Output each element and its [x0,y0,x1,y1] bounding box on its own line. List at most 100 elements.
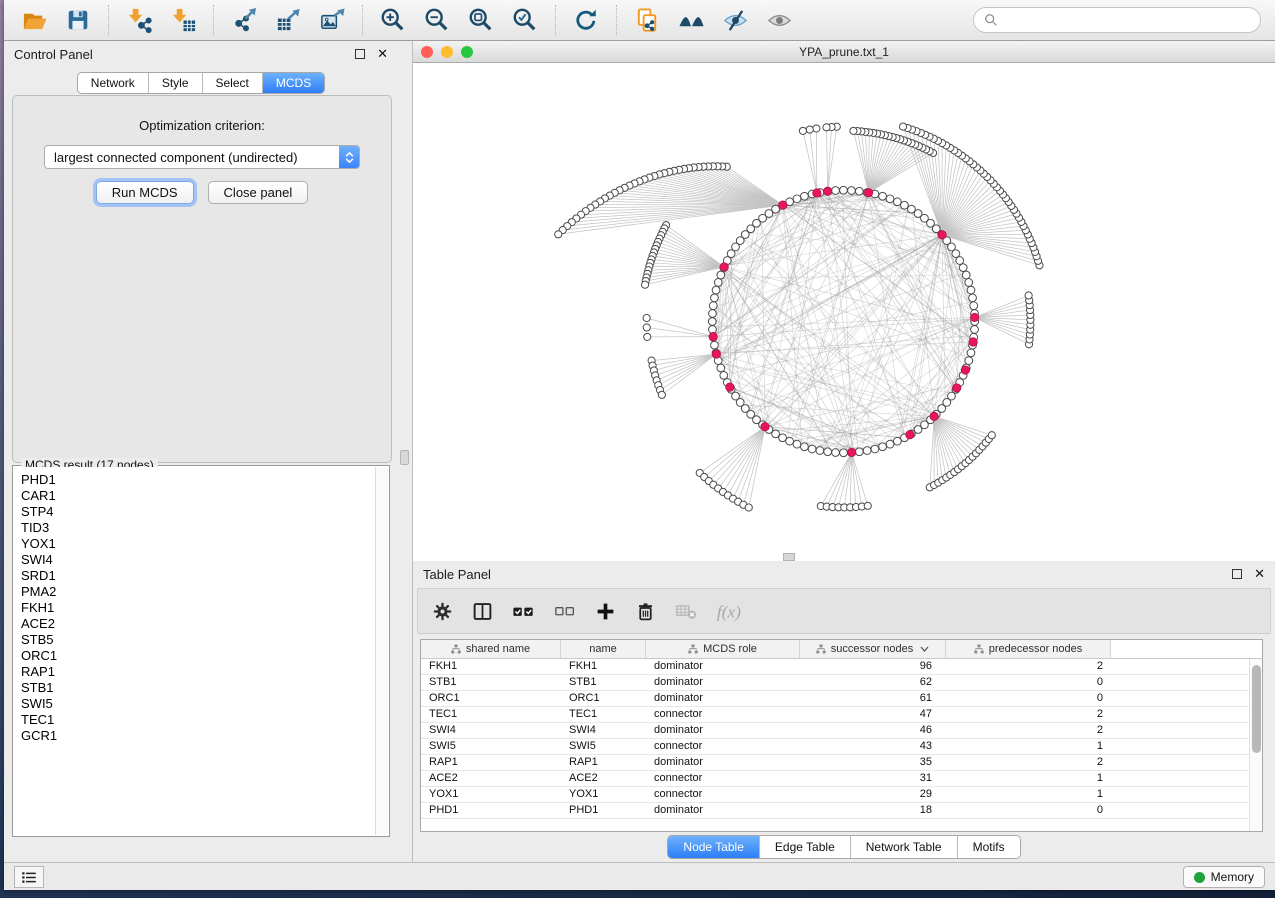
cell-shared-name: STB1 [421,675,561,690]
select-all-checkboxes-icon[interactable] [512,601,535,622]
column-header-shared-name[interactable]: shared name [421,640,561,658]
delete-row-icon[interactable] [635,601,656,622]
tab-mcds[interactable]: MCDS [262,73,324,93]
optimization-criterion-select[interactable]: largest connected component (undirected) [44,145,360,169]
cell-name: PHD1 [561,803,646,818]
mcds-result-item: STP4 [21,504,375,520]
cell-predecessor-nodes: 0 [946,691,1111,706]
zoom-fit-icon[interactable] [459,3,503,37]
control-panel-tabs: NetworkStyleSelectMCDS [77,72,325,94]
table-row[interactable]: SWI5SWI5connector431 [421,739,1262,755]
cell-predecessor-nodes: 1 [946,771,1111,786]
search-input[interactable] [1004,13,1250,27]
cell-mcds-role: dominator [646,723,800,738]
import-network-icon[interactable] [117,3,161,37]
share-document-icon[interactable] [625,3,669,37]
show-columns-icon[interactable] [472,601,493,622]
column-header-successor-nodes[interactable]: successor nodes [800,640,946,658]
memory-status-dot [1194,872,1205,883]
horizontal-splitter-handle[interactable] [783,553,795,561]
mcds-result-box: MCDS result (17 nodes) PHD1CAR1STP4TID3Y… [12,465,390,837]
table-row[interactable]: SWI4SWI4dominator462 [421,723,1262,739]
table-row[interactable]: PHD1PHD1dominator180 [421,803,1262,819]
cell-shared-name: SWI4 [421,723,561,738]
network-canvas[interactable] [413,63,1275,561]
tab-select[interactable]: Select [202,73,262,93]
tab-node-table[interactable]: Node Table [668,836,759,858]
table-scrollbar-thumb[interactable] [1252,665,1261,753]
tab-motifs[interactable]: Motifs [957,836,1020,858]
column-header-predecessor-nodes[interactable]: predecessor nodes [946,640,1111,658]
open-file-icon[interactable] [12,3,56,37]
vertical-splitter[interactable] [398,41,412,862]
column-header-name[interactable]: name [561,640,646,658]
table-row[interactable]: RAP1RAP1dominator352 [421,755,1262,771]
cell-name: STB1 [561,675,646,690]
task-history-button[interactable] [14,866,44,888]
table-header-row: shared namenameMCDS rolesuccessor nodesp… [421,640,1262,659]
table-row[interactable]: ACE2ACE2connector311 [421,771,1262,787]
close-panel-icon[interactable]: ✕ [1254,569,1265,579]
export-image-icon[interactable] [310,3,354,37]
refresh-view-icon[interactable] [564,3,608,37]
table-settings-gear-icon[interactable] [432,601,453,622]
zoom-selected-icon[interactable] [503,3,547,37]
table-row[interactable]: ORC1ORC1dominator610 [421,691,1262,707]
close-panel-icon[interactable]: ✕ [377,49,388,59]
splitter-handle[interactable] [400,450,409,465]
cell-shared-name: RAP1 [421,755,561,770]
table-scrollbar[interactable] [1249,659,1262,831]
run-mcds-button[interactable]: Run MCDS [96,181,194,204]
add-row-icon[interactable] [595,601,616,622]
mcds-result-item: STB5 [21,632,375,648]
save-session-icon[interactable] [56,3,100,37]
attribute-type-icon [816,644,826,654]
close-panel-button[interactable]: Close panel [208,181,309,204]
deselect-all-checkboxes-icon[interactable] [554,601,576,621]
cell-name: SWI4 [561,723,646,738]
column-header-mcds-role[interactable]: MCDS role [646,640,800,658]
cell-predecessor-nodes: 2 [946,659,1111,674]
float-window-icon[interactable] [355,49,365,59]
cell-mcds-role: connector [646,707,800,722]
cell-shared-name: ORC1 [421,691,561,706]
export-network-icon[interactable] [222,3,266,37]
hide-elements-icon[interactable] [713,3,757,37]
table-panel-tabs: Node TableEdge TableNetwork TableMotifs [667,835,1020,859]
mcds-result-item: PMA2 [21,584,375,600]
toolbar-separator [213,5,214,35]
table-row[interactable]: YOX1YOX1connector291 [421,787,1262,803]
cell-name: ORC1 [561,691,646,706]
export-table-icon[interactable] [266,3,310,37]
cell-name: FKH1 [561,659,646,674]
attribute-type-icon [451,644,461,654]
cell-predecessor-nodes: 2 [946,755,1111,770]
cell-shared-name: FKH1 [421,659,561,674]
import-table-icon[interactable] [161,3,205,37]
zoom-in-icon[interactable] [371,3,415,37]
tab-network[interactable]: Network [78,73,148,93]
tab-network-table[interactable]: Network Table [850,836,957,858]
attribute-type-icon [688,644,698,654]
network-window-title: YPA_prune.txt_1 [413,45,1275,59]
table-row[interactable]: TEC1TEC1connector472 [421,707,1262,723]
cell-shared-name: PHD1 [421,803,561,818]
memory-button[interactable]: Memory [1183,866,1265,888]
table-row[interactable]: FKH1FKH1dominator962 [421,659,1262,675]
mcds-result-item: FKH1 [21,600,375,616]
criterion-value: largest connected component (undirected) [45,150,339,165]
network-window-titlebar: YPA_prune.txt_1 [413,41,1275,63]
cell-name: RAP1 [561,755,646,770]
mcds-list-scrollbar[interactable] [375,467,388,835]
mcds-result-item: YOX1 [21,536,375,552]
zoom-out-icon[interactable] [415,3,459,37]
float-window-icon[interactable] [1232,569,1242,579]
cell-successor-nodes: 46 [800,723,946,738]
tab-style[interactable]: Style [148,73,202,93]
main-toolbar [4,0,1275,41]
network-overview-icon[interactable] [669,3,713,37]
search-box[interactable] [973,7,1261,33]
tab-edge-table[interactable]: Edge Table [759,836,850,858]
list-icon [20,869,38,886]
table-row[interactable]: STB1STB1dominator620 [421,675,1262,691]
